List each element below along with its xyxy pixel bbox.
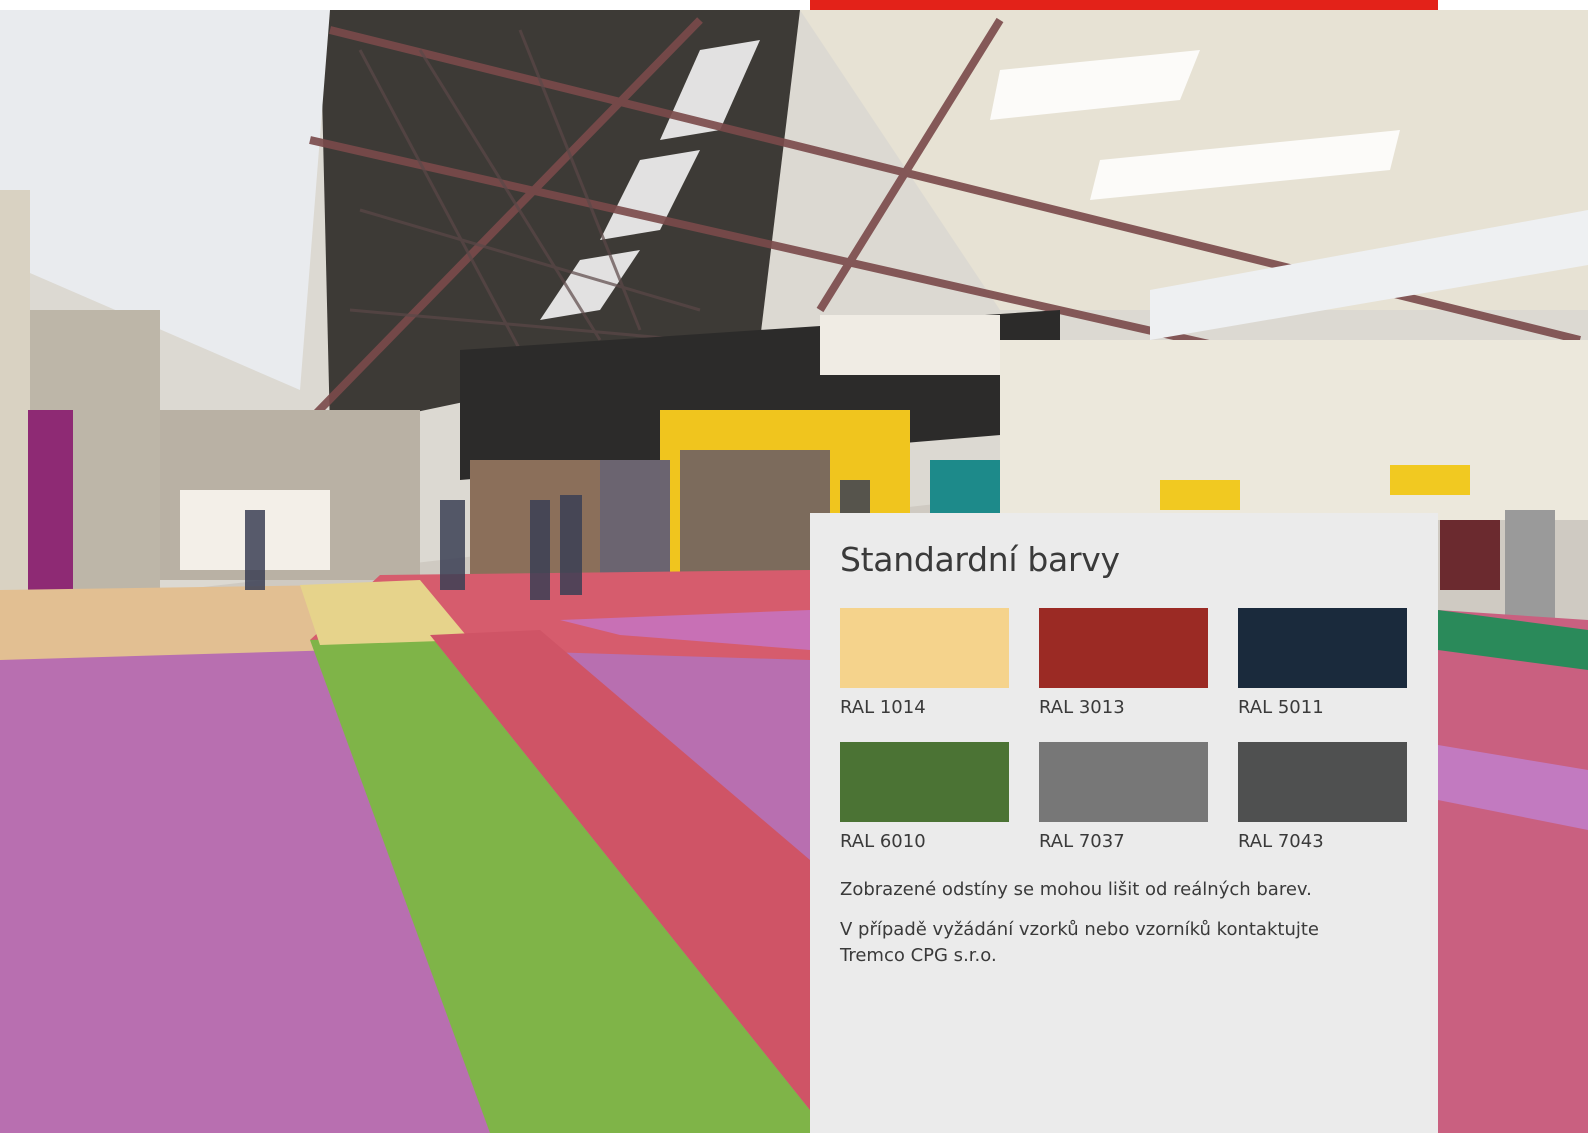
note-color-disclaimer: Zobrazené odstíny se mohou lišit od reál… (840, 879, 1312, 900)
swatch-label: RAL 7043 (1238, 831, 1324, 852)
swatch-label: RAL 3013 (1039, 697, 1125, 718)
swatch-item-ral-1014: RAL 1014 (840, 608, 1009, 722)
swatch-item-ral-6010: RAL 6010 (840, 742, 1009, 856)
swatch-label: RAL 1014 (840, 697, 926, 718)
top-accent-bar (810, 0, 1438, 10)
swatch-grid: RAL 1014 RAL 3013 RAL 5011 RAL 6010 RAL … (840, 608, 1410, 856)
swatch-label: RAL 7037 (1039, 831, 1125, 852)
color-swatch (1238, 608, 1407, 688)
swatch-item-ral-7037: RAL 7037 (1039, 742, 1208, 856)
swatch-item-ral-5011: RAL 5011 (1238, 608, 1407, 722)
notes: Zobrazené odstíny se mohou lišit od reál… (840, 877, 1380, 983)
swatch-label: RAL 5011 (1238, 697, 1324, 718)
standard-colors-panel: Standardní barvy RAL 1014 RAL 3013 RAL 5… (810, 513, 1438, 1133)
panel-title: Standardní barvy (840, 540, 1120, 579)
swatch-label: RAL 6010 (840, 831, 926, 852)
color-swatch (1039, 742, 1208, 822)
color-swatch (840, 742, 1009, 822)
note-contact: V případě vyžádání vzorků nebo vzorníků … (840, 919, 1319, 966)
swatch-item-ral-7043: RAL 7043 (1238, 742, 1407, 856)
swatch-item-ral-3013: RAL 3013 (1039, 608, 1208, 722)
color-swatch (840, 608, 1009, 688)
color-swatch (1238, 742, 1407, 822)
color-swatch (1039, 608, 1208, 688)
